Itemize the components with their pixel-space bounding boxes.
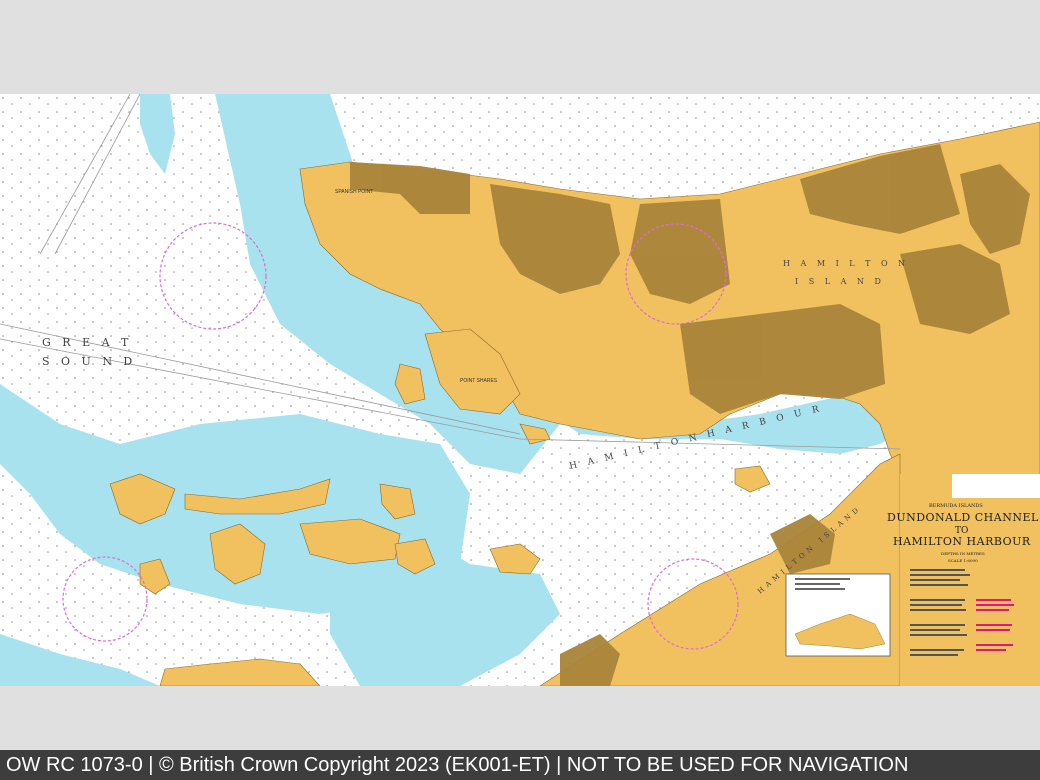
title-block: BERMUDA ISLANDS DUNDONALD CHANNEL TO HAM…	[887, 474, 1040, 686]
title-line-1: DUNDONALD CHANNEL	[887, 511, 1039, 524]
top-margin	[0, 0, 1040, 94]
label-great-sound-1: G R E A T	[42, 336, 132, 349]
title-depths: DEPTHS IN METRES	[941, 551, 985, 556]
copyright-footer: OW RC 1073-0 | © British Crown Copyright…	[0, 750, 1040, 780]
label-point-shares: POINT SHARES	[460, 378, 498, 384]
label-spanish-point: SPANISH POINT	[335, 189, 373, 195]
label-great-sound-2: S O U N D	[42, 355, 136, 368]
title-line-3: HAMILTON HARBOUR	[893, 535, 1031, 548]
inset-map	[785, 573, 891, 657]
title-scale: SCALE 1:6000	[948, 558, 978, 563]
label-hamilton-island-1: H A M I L T O N	[783, 259, 909, 268]
label-hamilton-island-2: I S L A N D	[795, 277, 885, 286]
nautical-chart[interactable]: G R E A T S O U N D H A M I L T O N H A …	[0, 94, 1040, 686]
title-region: BERMUDA ISLANDS	[929, 503, 983, 509]
bottom-margin	[0, 686, 1040, 750]
